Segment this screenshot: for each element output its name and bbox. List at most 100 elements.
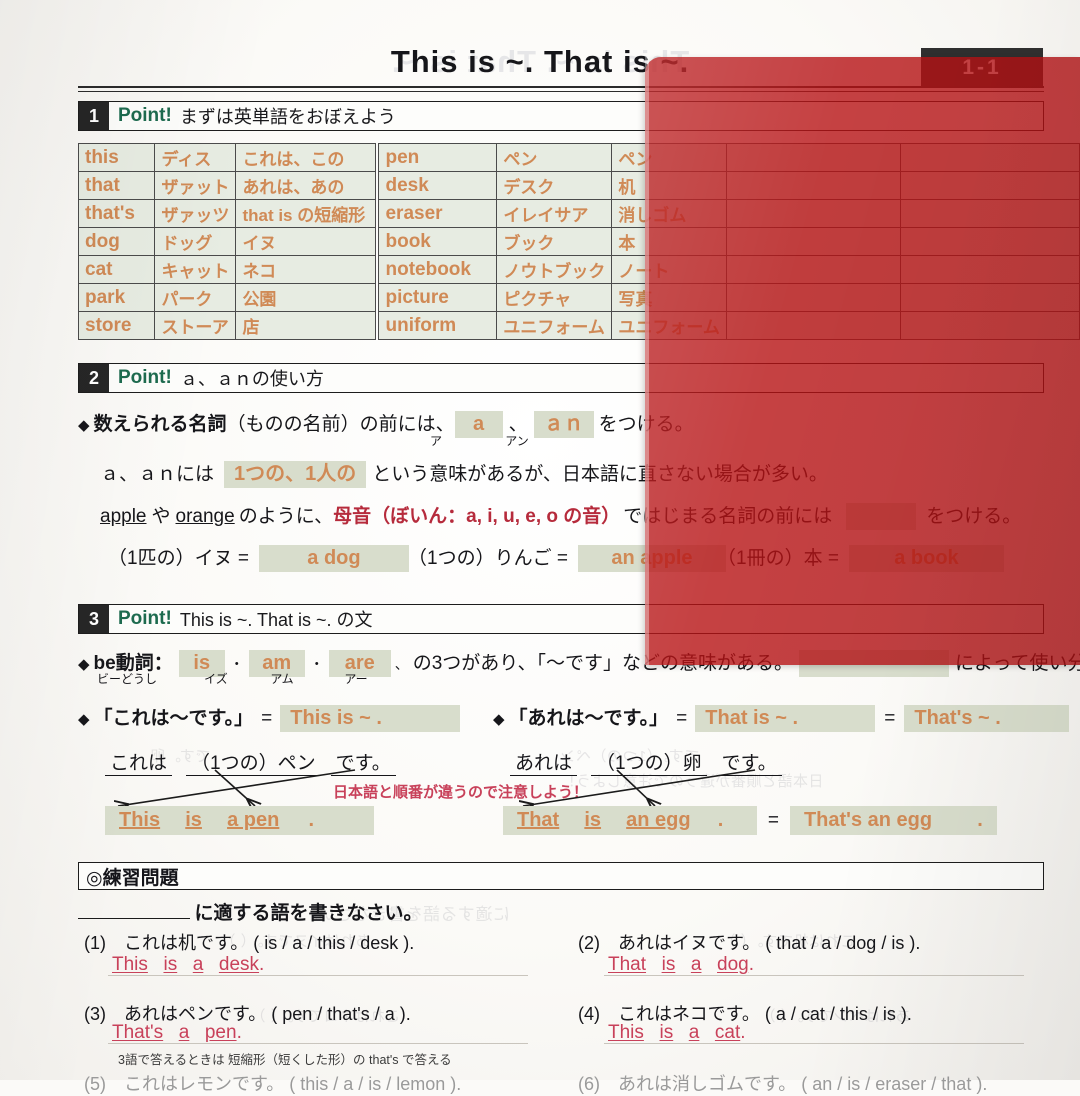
subject-blank: 主語 [799,650,950,677]
a-an-meaning-chip: 1つの、1人の [224,461,367,488]
jp1-part-0: これは [105,748,173,776]
vocab-katakana: ドッグ [154,227,237,256]
vocab-row: picture ピクチャ 写真 [378,283,1080,312]
point3-this-pattern-row: ◆ 「これは～です。」 = This is ~ . [78,703,461,732]
question-3-hint: 3語で答えるときは 短縮形（短くした形）の that's で答える [118,1053,452,1067]
orange-word: orange [175,506,235,527]
vocab-row: that's ザァッツ that is の短縮形 [77,199,376,228]
vocab-meaning: イヌ [235,227,376,256]
q2-ans-0: That [608,954,647,975]
example3-label: （1冊の）本 = [717,548,839,569]
q1-number: (1) [84,933,106,953]
q2-japanese: あれはイヌです。 [618,933,761,953]
vocab-english: uniform [378,311,498,340]
vocab-meaning: 消しゴム [611,199,727,228]
vocab-meaning: 机 [611,171,727,200]
vocab-meaning: ユニフォーム [611,311,727,340]
vocab-katakana: キャット [154,255,237,284]
q2-ans-1: is [661,954,676,975]
be-verb-ruby: ビーどうし [97,672,158,686]
be-is-ruby: イズ [204,672,228,686]
vocab-katakana: ザァッツ [154,199,237,228]
question-3-answer[interactable]: That's a pen. [112,1022,242,1044]
vocab-blank-cell [725,283,902,312]
vocab-english: that's [77,199,156,228]
point2-line3-tail: ではじまる名詞の前には [623,506,833,527]
q4-ans-2: a [688,1022,700,1043]
q2-ans-2: a [690,954,702,975]
vocab-row: dog ドッグ イヌ [77,227,376,256]
this-pattern-label: 「これは～です。」 [93,708,254,729]
point-2-header: 2 Point! ａ、ａｎの使い方 [78,363,1044,393]
vocab-blank-cell [725,311,902,340]
example1-label: （1匹の）イヌ = [108,548,249,569]
diamond-bullet-icon: ◆ [78,711,90,728]
this-pattern-chip: This is ~ . [280,705,461,732]
vocab-blank-cell [900,199,1080,228]
vocab-blank-cell [900,283,1080,312]
vocab-katakana: イレイサア [496,199,613,228]
q2-words: ( that / a / dog / is ). [765,933,921,953]
equals-sign: = [676,708,688,729]
vocab-blank-cell [900,143,1080,172]
vocabulary-table-left: this ディス これは、この that ザァット あれは、あの that's ザァッツ tha… [77,143,376,340]
en2-short: That's an egg [803,809,933,831]
question-4-answer[interactable]: This is a cat. [608,1022,746,1044]
article-an-ruby: アン [505,434,529,448]
vocab-meaning: これは、この [235,143,376,172]
point2-example-3: （1冊の）本 = a book [717,543,1004,572]
question-5-prompt: (5) これはレモンです。 ( this / a / is / lemon ). [84,1070,461,1096]
vocab-row: pen ペン ペン [378,143,1080,172]
that-pattern-chip: That is ~ . [695,705,876,732]
vocab-row: store ストーア店 [77,311,376,340]
point-2-label: Point! [118,367,172,388]
point2-line2-lead: ａ、ａｎには [100,464,215,485]
be-verb-tail: の3つがあり、「～です」などの意味がある。 [412,653,794,674]
equals-sign: = [884,708,896,729]
vocab-blank-cell [725,227,902,256]
vocab-row: uniform ユニフォーム ユニフォーム [378,311,1080,340]
vocab-blank-cell [900,227,1080,256]
that-pattern-label: 「あれは～です。」 [508,708,669,729]
point2-line3: apple や orange のように、 母音（ぼいん：a, i, u, e, … [100,501,1021,530]
en2-word-0: That [517,809,560,831]
q5-japanese: これはレモンです。 [124,1074,285,1094]
point2-line1: ◆ 数えられる名詞 （ものの名前）の前には、 a 、 ａｎ をつける。 [78,409,694,438]
vocab-row: park パーク 公園 [77,283,376,312]
q1-ans-1: is [163,954,178,975]
q4-japanese: これはネコです。 [618,1004,760,1024]
vocab-meaning: 写真 [611,283,727,312]
apple-word: apple [100,506,147,527]
point-1-header: 1 Point! まずは英単語をおぼえよう [78,101,1044,131]
page-title: This is ~. That is ~. [390,44,690,79]
vocab-katakana: ペン [496,143,613,172]
practice-section-header: ◎練習問題 [78,862,1044,890]
example3-answer: a book [848,545,1004,572]
question-1-answer[interactable]: This is a desk. [112,954,264,976]
point-1-number: 1 [79,102,109,130]
question-2-answer[interactable]: That is a dog. [608,954,754,976]
jp1-part-1: （1つの）ペン [186,748,321,776]
vocab-row: eraser イレイサア 消しゴム [378,199,1080,228]
point3-jp-sentence-2: あれは （1つの）卵 です。 [510,748,782,776]
point-2-description: ａ、ａｎの使い方 [179,369,324,389]
q2-ans-3: dog [717,954,749,975]
q6-japanese: あれは消しゴムです。 [618,1074,797,1094]
vocab-blank-cell [725,171,902,200]
vocab-meaning: あれは、あの [235,171,376,200]
en1-word-2: a pen [227,809,280,831]
q6-number: (6) [578,1074,600,1094]
en2-word-1: is [584,809,602,831]
vocab-english: this [77,143,156,172]
vocab-row: that ザァット あれは、あの [77,171,376,200]
equals-sign: = [767,810,779,831]
question-2-prompt: (2) あれはイヌです。 ( that / a / dog / is ). [578,929,920,955]
vocab-blank-cell [900,311,1080,340]
point2-line3-end: をつける。 [926,506,1022,527]
jp1-part-2: です。 [330,748,396,776]
vocab-english: cat [77,255,156,284]
q4-ans-3: cat [714,1022,741,1043]
vocab-row: this ディス これは、この [77,143,376,172]
jp2-part-1: （1つの）卵 [591,748,707,776]
point3-en-sentence-2: That is an egg . = That's an egg . [503,806,997,835]
